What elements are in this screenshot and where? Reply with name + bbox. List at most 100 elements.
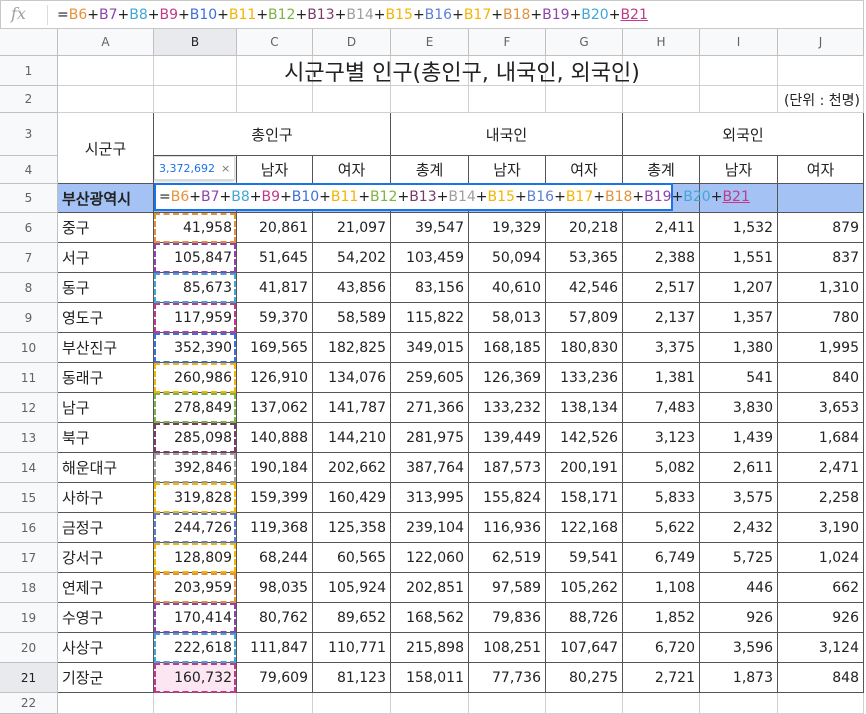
data-cell[interactable]: 98,035 — [237, 573, 313, 603]
data-cell[interactable]: 111,847 — [237, 633, 313, 663]
data-cell[interactable]: 926 — [778, 603, 864, 633]
data-cell[interactable]: 7,483 — [623, 393, 700, 423]
data-cell[interactable]: 142,526 — [546, 423, 623, 453]
row-header-3[interactable]: 3 — [0, 113, 58, 156]
cell[interactable] — [58, 86, 154, 113]
column-header-c[interactable]: C — [237, 29, 313, 56]
data-cell[interactable]: 89,652 — [313, 603, 391, 633]
data-cell[interactable]: 260,986 — [154, 363, 237, 393]
header-sub[interactable]: 여자 — [778, 156, 864, 184]
data-cell[interactable]: 58,589 — [313, 303, 391, 333]
column-header-e[interactable]: E — [391, 29, 469, 56]
column-header-d[interactable]: D — [313, 29, 391, 56]
data-cell[interactable]: 2,137 — [623, 303, 700, 333]
data-cell[interactable]: 50,094 — [469, 243, 546, 273]
data-cell[interactable]: 81,123 — [313, 663, 391, 693]
data-cell[interactable]: 215,898 — [391, 633, 469, 663]
header-sub[interactable]: 남자 — [700, 156, 778, 184]
data-cell[interactable]: 128,809 — [154, 543, 237, 573]
data-cell[interactable]: 6,749 — [623, 543, 700, 573]
data-cell[interactable]: 3,375 — [623, 333, 700, 363]
cell[interactable] — [154, 86, 237, 113]
district-name[interactable]: 남구 — [58, 393, 154, 423]
header-native[interactable]: 내국인 — [391, 113, 623, 156]
cell-editor[interactable]: = B6 + B7 + B8 + B9 + B10 + B11 + B12 + B13 + B14 + B15 + B16… — [154, 183, 750, 211]
data-cell[interactable]: 139,449 — [469, 423, 546, 453]
data-cell[interactable]: 202,662 — [313, 453, 391, 483]
data-cell[interactable]: 1,024 — [778, 543, 864, 573]
data-cell[interactable]: 83,156 — [391, 273, 469, 303]
row-header-20[interactable]: 20 — [0, 633, 58, 663]
data-cell[interactable]: 202,851 — [391, 573, 469, 603]
data-cell[interactable]: 77,736 — [469, 663, 546, 693]
column-header-b[interactable]: B — [154, 29, 237, 56]
row5-cell[interactable] — [778, 184, 864, 213]
data-cell[interactable]: 21,097 — [313, 213, 391, 243]
data-cell[interactable]: 837 — [778, 243, 864, 273]
data-cell[interactable]: 203,959 — [154, 573, 237, 603]
header-sub[interactable]: 여자 — [546, 156, 623, 184]
row-header-6[interactable]: 6 — [0, 213, 58, 243]
data-cell[interactable]: 3,596 — [700, 633, 778, 663]
data-cell[interactable]: 58,013 — [469, 303, 546, 333]
cell[interactable] — [469, 86, 546, 113]
data-cell[interactable]: 117,959 — [154, 303, 237, 333]
data-cell[interactable]: 222,618 — [154, 633, 237, 663]
data-cell[interactable]: 126,910 — [237, 363, 313, 393]
data-cell[interactable]: 79,836 — [469, 603, 546, 633]
data-cell[interactable]: 88,726 — [546, 603, 623, 633]
header-sigungu[interactable]: 시군구 — [58, 113, 154, 184]
cell[interactable] — [469, 693, 546, 714]
cell[interactable] — [313, 86, 391, 113]
header-total[interactable]: 총인구 — [154, 113, 391, 156]
data-cell[interactable]: 285,098 — [154, 423, 237, 453]
column-header-h[interactable]: H — [623, 29, 700, 56]
cell[interactable] — [154, 693, 237, 714]
district-name[interactable]: 해운대구 — [58, 453, 154, 483]
data-cell[interactable]: 40,610 — [469, 273, 546, 303]
data-cell[interactable]: 3,123 — [623, 423, 700, 453]
cell[interactable] — [313, 693, 391, 714]
data-cell[interactable]: 97,589 — [469, 573, 546, 603]
data-cell[interactable]: 85,673 — [154, 273, 237, 303]
data-cell[interactable]: 68,244 — [237, 543, 313, 573]
district-name[interactable]: 사하구 — [58, 483, 154, 513]
data-cell[interactable]: 137,062 — [237, 393, 313, 423]
data-cell[interactable]: 105,924 — [313, 573, 391, 603]
data-cell[interactable]: 5,833 — [623, 483, 700, 513]
data-cell[interactable]: 103,459 — [391, 243, 469, 273]
data-cell[interactable]: 159,399 — [237, 483, 313, 513]
district-name[interactable]: 연제구 — [58, 573, 154, 603]
data-cell[interactable]: 392,846 — [154, 453, 237, 483]
data-cell[interactable]: 3,124 — [778, 633, 864, 663]
cell[interactable] — [700, 693, 778, 714]
cell[interactable] — [623, 86, 700, 113]
data-cell[interactable]: 1,381 — [623, 363, 700, 393]
data-cell[interactable]: 54,202 — [313, 243, 391, 273]
data-cell[interactable]: 926 — [700, 603, 778, 633]
data-cell[interactable]: 6,720 — [623, 633, 700, 663]
data-cell[interactable]: 1,532 — [700, 213, 778, 243]
district-name[interactable]: 수영구 — [58, 603, 154, 633]
data-cell[interactable]: 133,236 — [546, 363, 623, 393]
data-cell[interactable]: 41,958 — [154, 213, 237, 243]
data-cell[interactable]: 57,809 — [546, 303, 623, 333]
data-cell[interactable]: 43,856 — [313, 273, 391, 303]
data-cell[interactable]: 879 — [778, 213, 864, 243]
cell[interactable] — [546, 86, 623, 113]
data-cell[interactable]: 1,684 — [778, 423, 864, 453]
data-cell[interactable]: 51,645 — [237, 243, 313, 273]
district-name[interactable]: 기장군 — [58, 663, 154, 693]
row-header-7[interactable]: 7 — [0, 243, 58, 273]
data-cell[interactable]: 1,995 — [778, 333, 864, 363]
formula-text[interactable]: =B6+B7+B8+B9+B10+B11+B12+B13+B14+B15+B16… — [57, 7, 648, 23]
row-header-4[interactable]: 4 — [0, 156, 58, 184]
data-cell[interactable]: 848 — [778, 663, 864, 693]
column-header-a[interactable]: A — [58, 29, 154, 56]
row-header-12[interactable]: 12 — [0, 393, 58, 423]
row-header-13[interactable]: 13 — [0, 423, 58, 453]
data-cell[interactable]: 1,207 — [700, 273, 778, 303]
row-header-8[interactable]: 8 — [0, 273, 58, 303]
cell[interactable] — [237, 693, 313, 714]
data-cell[interactable]: 259,605 — [391, 363, 469, 393]
